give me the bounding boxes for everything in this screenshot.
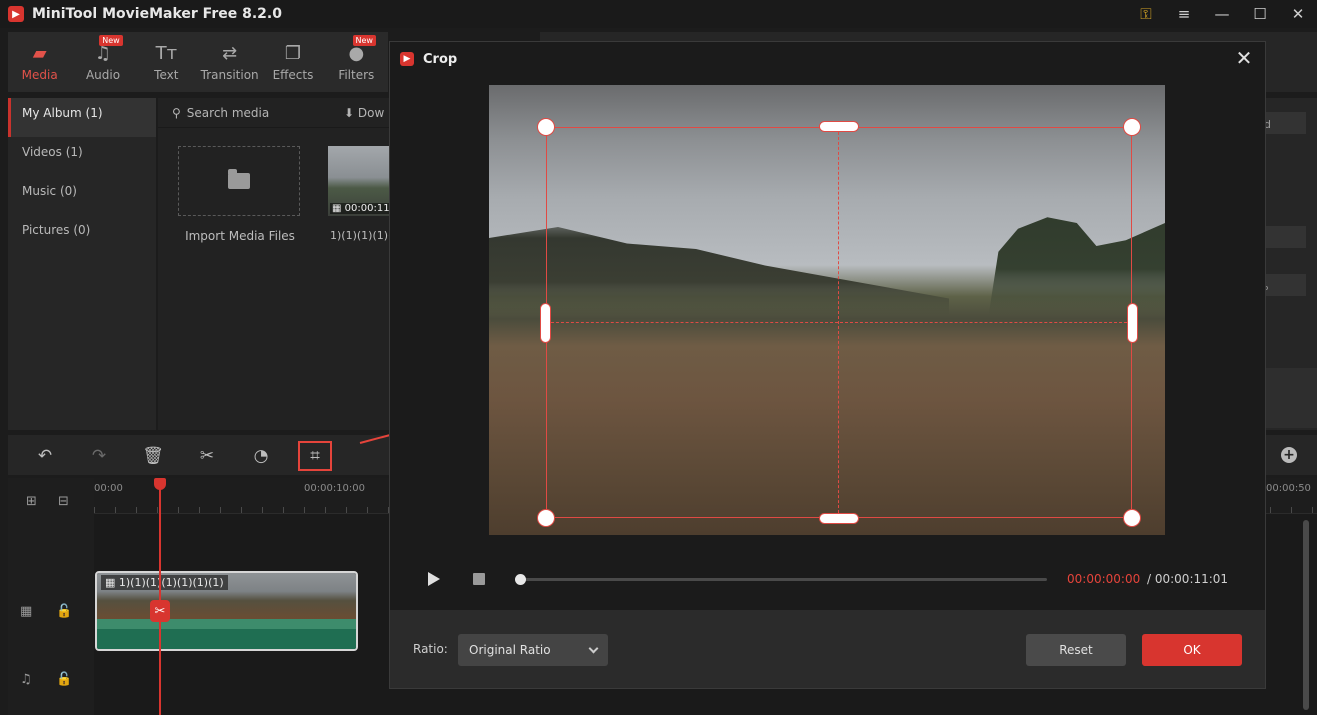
- crop-handle-top-left[interactable]: [537, 118, 555, 136]
- media-library: ⚲ Search media ⬇ Dow Import Media Files …: [158, 98, 393, 430]
- search-placeholder: Search media: [186, 105, 270, 120]
- seek-bar[interactable]: [515, 574, 1047, 585]
- text-icon: Tт: [155, 42, 178, 64]
- transition-arrows-icon: ⇄: [222, 42, 238, 64]
- tab-filters[interactable]: New ● Filters: [325, 32, 388, 92]
- folder-icon: [228, 169, 250, 189]
- crop-handle-bottom-right[interactable]: [1123, 509, 1141, 527]
- sidebar-item-my-album[interactable]: My Album (1): [8, 98, 156, 137]
- ratio-value: Original Ratio: [469, 643, 551, 657]
- app-logo-icon: ▶: [400, 52, 414, 66]
- crop-frame[interactable]: [537, 118, 1141, 527]
- properties-panel: d %: [1258, 98, 1317, 430]
- tab-media[interactable]: ▰ Media: [8, 32, 71, 92]
- seek-handle[interactable]: [515, 574, 526, 585]
- crop-handle-top-right[interactable]: [1123, 118, 1141, 136]
- tab-text[interactable]: Tт Text: [135, 32, 198, 92]
- search-icon: ⚲: [172, 105, 181, 120]
- current-time: 00:00:00:00: [1067, 572, 1141, 586]
- menu-icon[interactable]: ≡: [1165, 5, 1203, 23]
- film-icon: ▦: [105, 576, 119, 589]
- media-sidebar: My Album (1) Videos (1) Music (0) Pictur…: [8, 98, 156, 430]
- playhead-handle[interactable]: [154, 478, 166, 490]
- tab-transition[interactable]: ⇄ Transition: [198, 32, 261, 92]
- download-button[interactable]: ⬇ Dow: [344, 106, 384, 120]
- app-logo-icon: ▶: [8, 6, 24, 22]
- crop-handle-left[interactable]: [540, 303, 551, 343]
- clip-duration: ▦ 00:00:11: [330, 203, 390, 214]
- app-title: MiniTool MovieMaker Free 8.2.0: [32, 6, 282, 22]
- film-icon: ▦: [332, 203, 345, 214]
- crop-dialog-footer: Ratio: Original Ratio Reset OK: [390, 610, 1265, 688]
- effects-icon: ❐: [284, 42, 302, 64]
- crop-handle-top[interactable]: [819, 121, 859, 132]
- ruler-time: 00:00: [94, 483, 123, 494]
- close-icon[interactable]: ✕: [1233, 47, 1255, 69]
- add-track-icon[interactable]: ⊞: [26, 494, 37, 509]
- key-icon[interactable]: ⚿: [1127, 5, 1165, 23]
- media-clip-thumbnail[interactable]: ▦ 00:00:11: [328, 146, 390, 216]
- crop-handle-bottom-left[interactable]: [537, 509, 555, 527]
- chevron-down-icon: [588, 643, 599, 654]
- ratio-dropdown[interactable]: Original Ratio: [458, 634, 608, 666]
- clip-audio-strip: [97, 619, 356, 649]
- timeline-clip-name: ▦ 1)(1)(1)(1)(1)(1)(1): [101, 575, 228, 590]
- total-time: / 00:00:11:01: [1147, 572, 1229, 586]
- window-controls: ⚿ ≡ — ☐ ✕: [1127, 0, 1317, 28]
- close-icon[interactable]: ✕: [1279, 5, 1317, 23]
- sidebar-item-videos[interactable]: Videos (1): [8, 137, 156, 176]
- tab-effects[interactable]: ❐ Effects: [261, 32, 324, 92]
- lock-icon[interactable]: 🔓: [56, 672, 72, 687]
- import-label: Import Media Files: [185, 229, 295, 243]
- video-track-icon: ▦: [20, 604, 33, 619]
- crop-guide-horizontal: [546, 322, 1132, 323]
- zoom-in-icon[interactable]: +: [1281, 447, 1297, 463]
- crop-dialog-title: Crop: [423, 51, 458, 67]
- title-bar: ▶ MiniTool MovieMaker Free 8.2.0 ⚿ ≡ — ☐…: [0, 0, 1317, 28]
- crop-handle-bottom[interactable]: [819, 513, 859, 524]
- new-badge: New: [352, 35, 376, 46]
- sidebar-item-music[interactable]: Music (0): [8, 176, 156, 215]
- split-scissors-icon[interactable]: ✂: [192, 443, 222, 469]
- ruler-time: 00:00:50: [1266, 483, 1311, 494]
- crop-icon[interactable]: ⌗: [298, 441, 332, 471]
- ratio-label: Ratio:: [413, 642, 448, 656]
- main-toolbar: ▰ Media New ♫ Audio Tт Text ⇄ Transition…: [8, 32, 388, 92]
- clip-label: 1)(1)(1)(1)(: [330, 229, 393, 242]
- tab-audio[interactable]: New ♫ Audio: [71, 32, 134, 92]
- crop-handle-right[interactable]: [1127, 303, 1138, 343]
- delete-icon[interactable]: 🗑: [138, 443, 168, 469]
- ruler-time: 00:00:10:00: [304, 483, 366, 494]
- timeline-clip[interactable]: ▦ 1)(1)(1)(1)(1)(1)(1): [95, 571, 358, 651]
- minimize-icon[interactable]: —: [1203, 5, 1241, 23]
- property-chip: [1266, 226, 1306, 248]
- import-media-button[interactable]: [178, 146, 300, 216]
- property-chip: [1266, 368, 1317, 428]
- playhead[interactable]: [159, 478, 161, 715]
- timeline-scrollbar[interactable]: [1303, 520, 1309, 710]
- redo-icon[interactable]: ↷: [84, 443, 114, 469]
- track-headers: ⊞ ⊟ ▦ 🔓 ♫ 🔓: [8, 478, 94, 715]
- speed-icon[interactable]: ◔: [246, 443, 276, 469]
- property-chip: [1266, 274, 1306, 296]
- stop-icon[interactable]: [473, 573, 485, 585]
- new-badge: New: [99, 35, 123, 46]
- split-scissors-icon[interactable]: ✂: [150, 600, 170, 622]
- undo-icon[interactable]: ↶: [30, 443, 60, 469]
- playback-controls: 00:00:00:00 / 00:00:11:01: [390, 562, 1267, 602]
- ok-button[interactable]: OK: [1142, 634, 1242, 666]
- remove-track-icon[interactable]: ⊟: [58, 494, 69, 509]
- lock-icon[interactable]: 🔓: [56, 604, 72, 619]
- audio-track-icon: ♫: [20, 672, 32, 687]
- property-chip: [1266, 112, 1306, 134]
- reset-button[interactable]: Reset: [1026, 634, 1126, 666]
- sidebar-item-pictures[interactable]: Pictures (0): [8, 215, 156, 254]
- play-icon[interactable]: [428, 572, 440, 586]
- folder-icon: ▰: [32, 42, 47, 64]
- maximize-icon[interactable]: ☐: [1241, 5, 1279, 23]
- download-icon: ⬇: [344, 106, 358, 120]
- crop-dialog-header: ▶ Crop ✕: [390, 42, 1265, 76]
